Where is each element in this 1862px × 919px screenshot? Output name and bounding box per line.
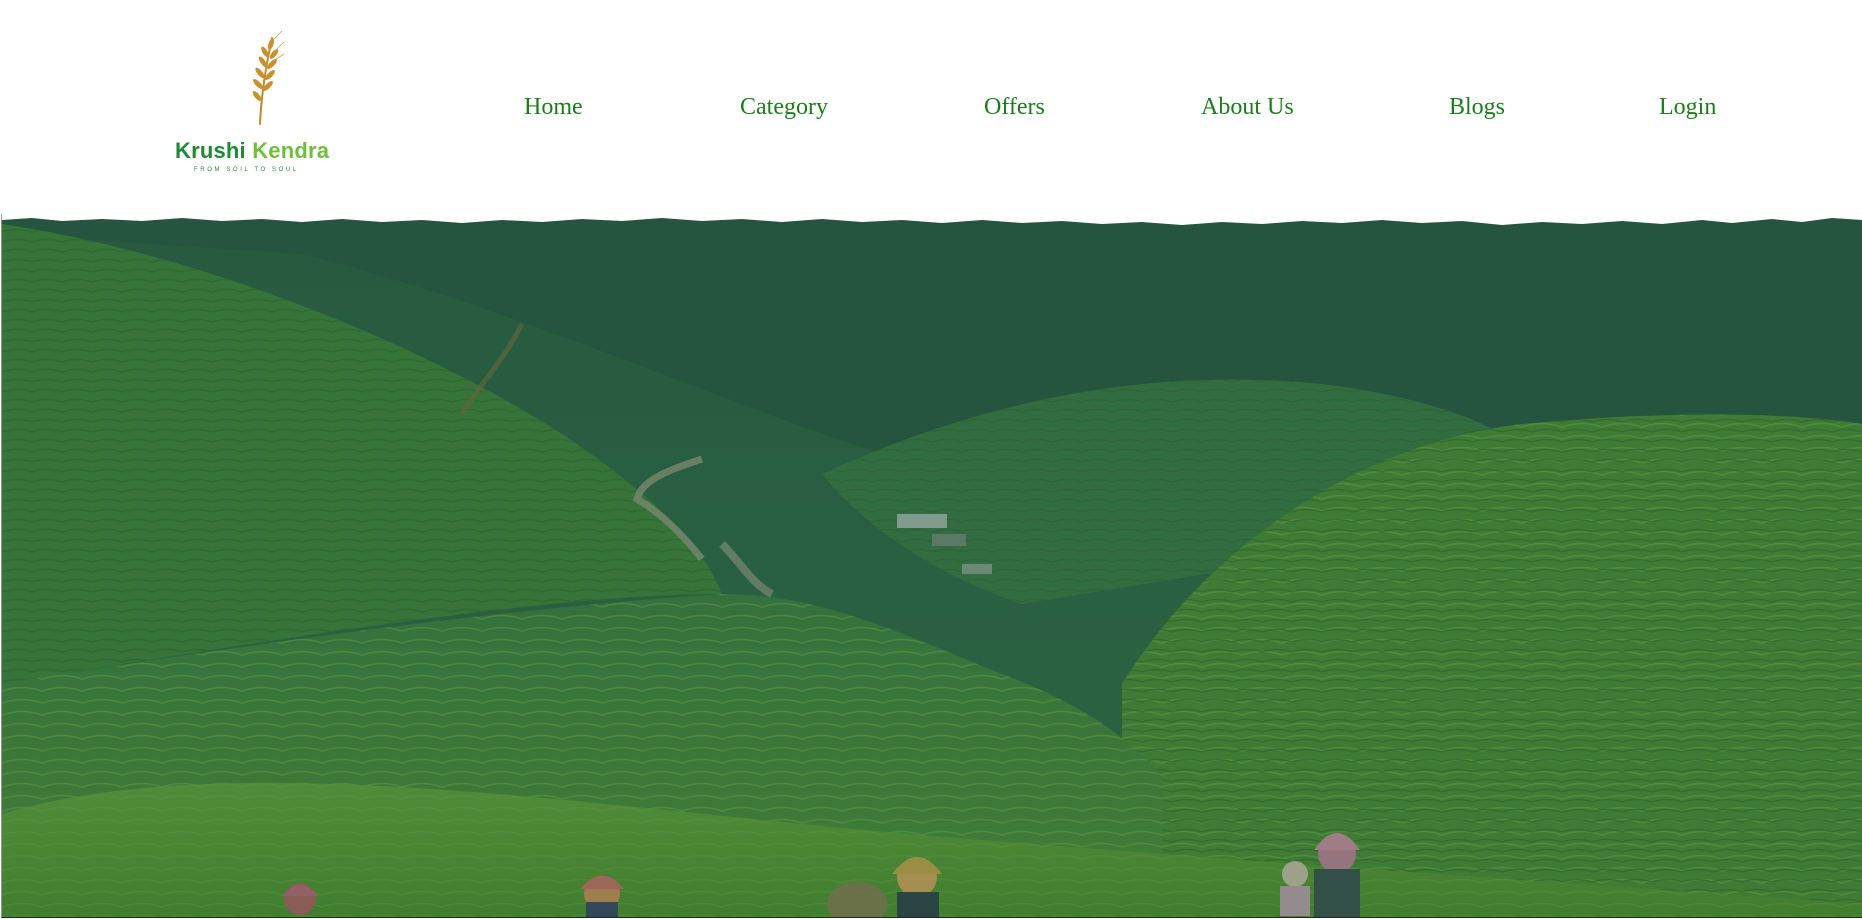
nav-login[interactable]: Login: [1659, 94, 1716, 121]
wheat-icon: [252, 30, 285, 125]
site-header: Krushi Kendra FROM SOIL TO SOUL Home Cat…: [0, 0, 1862, 215]
nav-about-us[interactable]: About Us: [1201, 94, 1294, 121]
site-logo[interactable]: Krushi Kendra FROM SOIL TO SOUL: [172, 30, 352, 180]
nav-blogs[interactable]: Blogs: [1449, 94, 1505, 121]
nav-offers[interactable]: Offers: [984, 94, 1045, 121]
brand-name-part2: Kendra: [252, 138, 330, 163]
brand-tagline: FROM SOIL TO SOUL: [194, 167, 299, 173]
brand-name: Krushi Kendra: [175, 138, 329, 164]
hero-landscape-image: [2, 214, 1862, 917]
nav-home[interactable]: Home: [524, 94, 583, 121]
nav-category[interactable]: Category: [740, 94, 828, 121]
brand-name-part1: Krushi: [175, 138, 246, 163]
torn-edge: [2, 214, 1862, 225]
hero-banner: [1, 214, 1862, 918]
